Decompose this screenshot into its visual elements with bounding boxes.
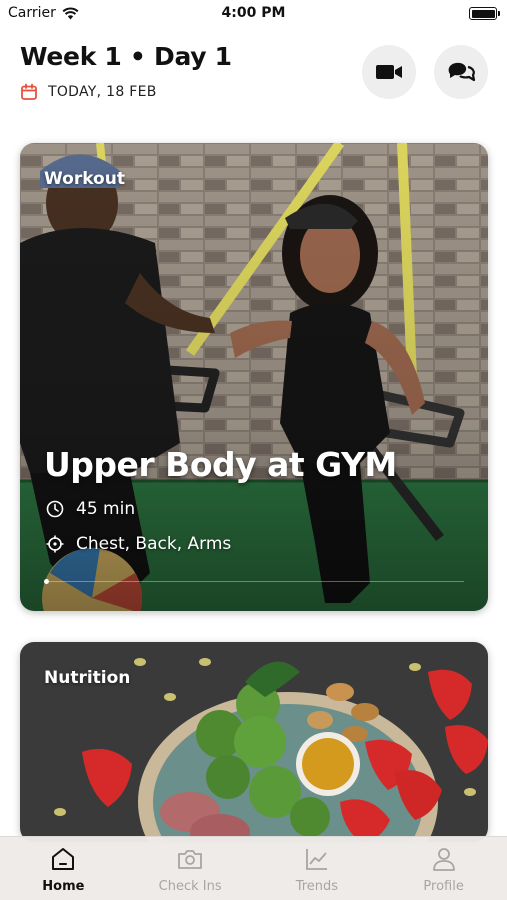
camera-icon <box>178 850 203 869</box>
duration-row: 45 min <box>46 499 135 519</box>
date-label: TODAY, 18 FEB <box>48 84 157 100</box>
nutrition-card[interactable]: Nutrition <box>20 642 488 842</box>
tab-trends-label: Trends <box>295 879 339 894</box>
video-call-button[interactable] <box>362 45 416 99</box>
battery-icon <box>469 7 500 20</box>
workout-tag: Workout <box>44 169 125 189</box>
tab-check-ins[interactable]: Check Ins <box>127 837 254 900</box>
tab-home-label: Home <box>42 879 85 894</box>
workout-title: Upper Body at GYM <box>44 445 397 484</box>
chat-button[interactable] <box>434 45 488 99</box>
target-icon <box>46 535 64 553</box>
person-icon <box>432 848 455 871</box>
chart-icon <box>305 849 327 870</box>
workout-card[interactable]: Workout Upper Body at GYM 45 min Chest, … <box>20 143 488 611</box>
tab-home[interactable]: Home <box>0 837 127 900</box>
chat-bubbles-icon <box>448 62 476 82</box>
clock-icon <box>46 500 64 518</box>
nutrition-tag: Nutrition <box>44 668 131 688</box>
video-camera-icon <box>376 65 402 79</box>
duration-label: 45 min <box>76 499 136 519</box>
tab-bar: Home Check Ins Trends Profile <box>0 836 507 900</box>
carousel-indicator <box>44 579 49 584</box>
date-row: TODAY, 18 FEB <box>20 83 157 101</box>
tab-check-ins-label: Check Ins <box>158 879 222 894</box>
status-bar: Carrier 4:00 PM <box>0 0 507 28</box>
carousel-track <box>44 581 464 582</box>
status-time: 4:00 PM <box>221 5 286 21</box>
tab-trends[interactable]: Trends <box>254 837 381 900</box>
muscles-row: Chest, Back, Arms <box>46 534 231 554</box>
tab-profile-label: Profile <box>423 879 464 894</box>
header: Week 1 • Day 1 TODAY, 18 FEB <box>20 40 488 110</box>
muscles-label: Chest, Back, Arms <box>76 534 232 554</box>
home-icon <box>52 848 75 870</box>
calendar-icon <box>21 83 37 100</box>
page-title: Week 1 • Day 1 <box>20 42 232 71</box>
battery-fill <box>471 9 495 18</box>
tab-profile[interactable]: Profile <box>380 837 507 900</box>
